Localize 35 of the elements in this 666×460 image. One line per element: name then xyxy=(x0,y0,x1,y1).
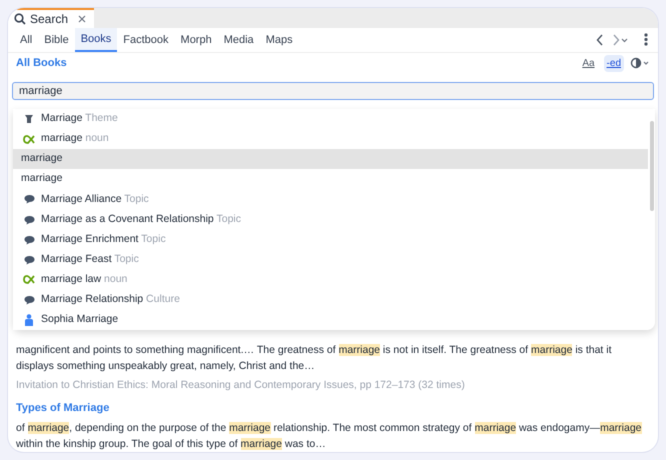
alpha-icon xyxy=(23,134,35,144)
filter-tab[interactable]: Maps xyxy=(260,28,299,52)
option-toggle[interactable]: Aa xyxy=(579,54,598,72)
speech-bubble-icon xyxy=(24,194,34,204)
option-toggle[interactable]: -ed xyxy=(604,54,624,72)
close-icon[interactable] xyxy=(78,15,86,23)
person-icon xyxy=(24,314,34,326)
filter-tab[interactable]: All xyxy=(14,28,38,52)
suggestion-item[interactable]: Sophia Marriage xyxy=(13,310,648,330)
tab-title: Search xyxy=(30,11,68,28)
funnel-icon xyxy=(24,114,34,124)
back-icon[interactable] xyxy=(596,34,604,46)
filter-tab[interactable]: Bible xyxy=(38,28,75,52)
filter-tab[interactable]: Morph xyxy=(174,28,218,52)
scope-link[interactable]: All Books xyxy=(16,55,67,72)
speech-bubble-icon xyxy=(24,254,34,265)
filter-tab[interactable]: Factbook xyxy=(117,28,175,52)
speech-bubble-icon xyxy=(24,294,34,305)
result-heading[interactable]: Types of Marriage xyxy=(16,400,650,416)
filter-tab[interactable]: Books xyxy=(74,28,118,52)
filter-tab[interactable]: Media xyxy=(218,28,260,52)
result-source: Invitation to Christian Ethics: Moral Reasoning and Contemporary Issues, pp 172–173 (32 times) xyxy=(16,378,466,393)
suggestion-item[interactable]: Marriage Theme xyxy=(13,109,648,130)
more-icon[interactable] xyxy=(644,33,648,46)
search-icon xyxy=(14,13,26,25)
contrast-icon[interactable] xyxy=(630,57,650,70)
result-snippet: of marriage, depending on the purpose of the marriage relationship. The most common strategy of marriage was endogamy—marriage within the kinship group. The goal of this type of marriage was to… xyxy=(16,421,643,452)
speech-bubble-icon xyxy=(24,234,34,245)
alpha-icon xyxy=(23,275,35,284)
speech-bubble-icon xyxy=(24,214,34,225)
forward-icon[interactable] xyxy=(612,34,628,46)
search-field[interactable]: marriage xyxy=(12,82,654,100)
suggestion-item[interactable]: marriage xyxy=(13,149,648,170)
search-tab[interactable]: Search xyxy=(8,8,94,28)
result-snippet: magnificent and points to something magnificent.… The greatness of marriage is not in itself. The greatness of marriage is that it displays something unspeakably great, namely, Christ and the… xyxy=(16,342,613,374)
